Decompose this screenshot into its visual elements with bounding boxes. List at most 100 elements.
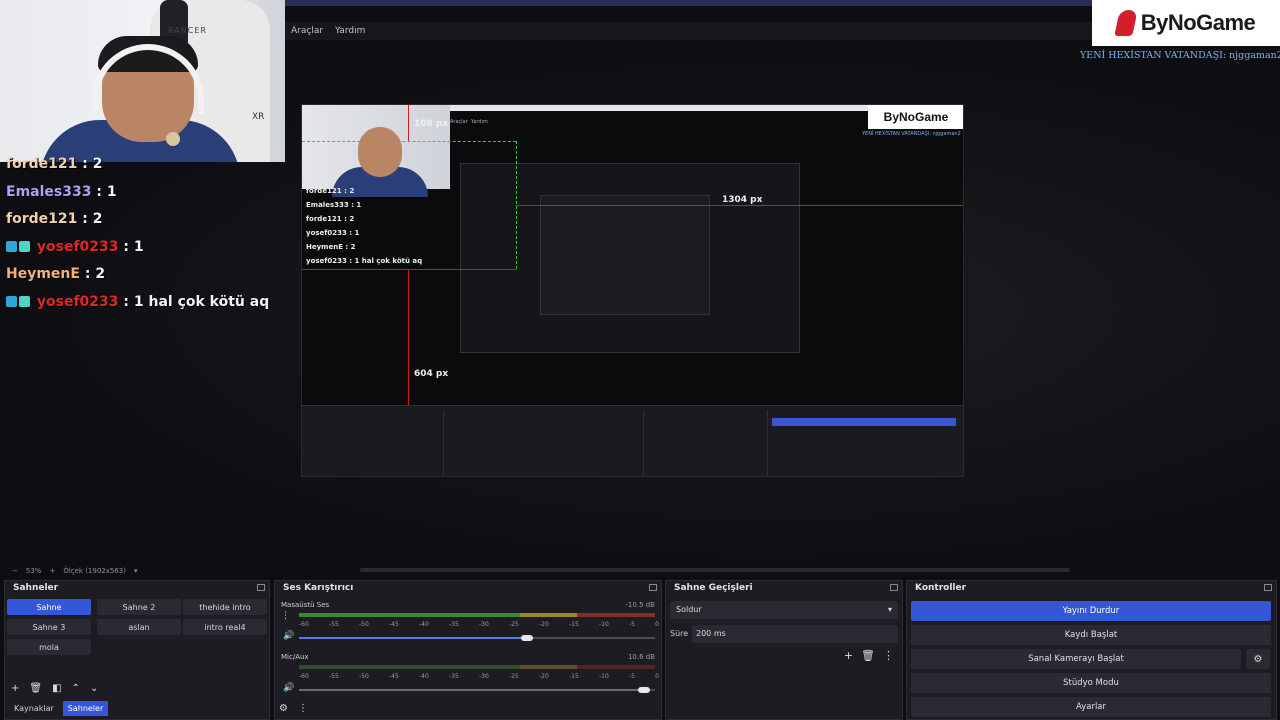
scenes-dock: Sahneler Sahne Sahne 2 thehide intro Sah…	[4, 580, 270, 720]
add-icon[interactable]: +	[844, 649, 853, 662]
scene-item[interactable]: mola	[7, 639, 91, 655]
scenes-title: Sahneler	[13, 583, 59, 593]
zoom-dropdown-icon[interactable]: ▾	[134, 567, 138, 575]
start-recording-button[interactable]: Kaydı Başlat	[911, 625, 1271, 645]
tab-sources[interactable]: Kaynaklar	[9, 701, 59, 716]
tab-scenes[interactable]: Sahneler	[62, 701, 109, 716]
scene-item[interactable]: Sahne	[7, 599, 91, 615]
level-meter	[299, 665, 655, 669]
chat-message: HeymenE : 2	[6, 266, 106, 282]
mixer-title: Ses Karıştırıcı	[283, 583, 354, 593]
channel-db: -10.5 dB	[625, 601, 655, 609]
chat-message: forde121 : 2	[6, 156, 103, 172]
chat-message: yosef0233 : 1 hal çok kötü aq	[6, 294, 269, 310]
brand-subtitle: YENİ HEXİSTAN VATANDAŞI: njggaman2	[1080, 50, 1280, 61]
speaker-icon[interactable]: 🔊	[283, 631, 294, 641]
bynogame-logo-icon	[1113, 10, 1138, 36]
brand-logo: ByNoGame	[1092, 0, 1280, 46]
preview-dock-mirror	[302, 405, 963, 476]
zoom-in-icon[interactable]: +	[49, 567, 55, 575]
start-virtual-camera-button[interactable]: Sanal Kamerayı Başlat	[911, 649, 1241, 669]
controls-dock: Kontroller Yayını Durdur Kaydı Başlat Sa…	[906, 580, 1277, 720]
nested-preview-deep	[540, 195, 710, 315]
webcam-feed: RANCER XR	[0, 0, 285, 162]
level-meter	[299, 613, 655, 617]
chat-text: 2	[92, 156, 103, 172]
title-strip	[285, 0, 1092, 6]
chat-username: forde121	[6, 211, 78, 227]
preview-brand: ByNoGame	[868, 105, 963, 129]
distance-guide-right	[516, 205, 963, 206]
duration-input[interactable]: 200 ms	[692, 625, 898, 643]
slider-thumb[interactable]	[520, 635, 533, 641]
prime-badge-icon	[6, 241, 17, 252]
chevron-up-icon[interactable]: ⌃	[72, 683, 80, 694]
add-icon[interactable]: +	[11, 683, 19, 694]
kebab-icon[interactable]: ⋮	[883, 649, 894, 662]
undock-icon[interactable]	[890, 584, 898, 591]
kebab-icon[interactable]: ⋮	[281, 611, 290, 621]
duration-label: Süre	[670, 629, 689, 638]
chair-brand: RANCER	[168, 26, 207, 35]
preview-chat-line: Emales333 : 1	[306, 201, 362, 209]
distance-label-bottom: 604 px	[414, 369, 449, 379]
chat-text: 1	[133, 239, 144, 255]
mixer-toolbar: ⚙ ⋮	[279, 703, 308, 714]
studio-mode-button[interactable]: Stüdyo Modu	[911, 673, 1271, 693]
menu-bar: Araçlar Yardım	[285, 22, 1092, 40]
preview-chat-line: yosef0233 : 1	[306, 229, 360, 237]
undock-icon[interactable]	[257, 584, 265, 591]
scene-item[interactable]: thehide intro	[183, 599, 267, 615]
preview-chat-line: forde121 : 2	[306, 215, 355, 223]
settings-button[interactable]: Ayarlar	[911, 697, 1271, 717]
stop-streaming-button[interactable]: Yayını Durdur	[911, 601, 1271, 621]
preview-scrollbar[interactable]	[360, 568, 1070, 572]
gear-icon[interactable]: ⚙	[1246, 649, 1270, 669]
channel-name: Masaüstü Ses	[281, 601, 330, 609]
filter-icon[interactable]: ◧	[52, 683, 61, 694]
chat-message: yosef0233 : 1	[6, 239, 144, 255]
sub-badge-icon	[19, 296, 30, 307]
mixer-channel: Mic/Aux 10.6 dB -60 -55 -50 -45 -40 -35 -30 -25…	[279, 653, 659, 697]
selection-guide	[302, 141, 516, 142]
chat-username: yosef0233	[36, 294, 119, 310]
preview-webcam	[302, 105, 450, 197]
zoom-scale: Ölçek (1902x563)	[63, 567, 126, 575]
scene-preview[interactable]: Araçlar Yardım ByNoGame YENİ HEXİSTAN VA…	[301, 104, 964, 477]
speaker-icon[interactable]: 🔊	[283, 683, 294, 693]
channel-name: Mic/Aux	[281, 653, 309, 661]
chat-message: forde121 : 2	[6, 211, 103, 227]
slider-thumb[interactable]	[637, 687, 650, 693]
preview-chat-line: HeymenE : 2	[306, 243, 356, 251]
meter-ticks: -60 -55 -50 -45 -40 -35 -30 -25 -20 -15 -10 -5 0	[299, 621, 659, 628]
trash-icon[interactable]: 🗑	[29, 683, 42, 694]
undock-icon[interactable]	[649, 584, 657, 591]
undock-icon[interactable]	[1264, 584, 1272, 591]
audio-mixer-dock: Ses Karıştırıcı Masaüstü Ses -10.5 dB ⋮ …	[274, 580, 662, 720]
advanced-audio-icon[interactable]: ⚙	[279, 703, 288, 714]
scene-item[interactable]: intro real4	[183, 619, 267, 635]
selection-edge	[302, 269, 516, 270]
zoom-out-icon[interactable]: −	[12, 567, 18, 575]
preview-menu: Araçlar Yardım	[450, 119, 488, 125]
menu-tools[interactable]: Araçlar	[291, 26, 323, 36]
chat-username: HeymenE	[6, 266, 80, 282]
scene-item[interactable]: aslan	[97, 619, 181, 635]
kebab-icon[interactable]: ⋮	[298, 703, 308, 714]
chat-text: 1 hal çok kötü aq	[133, 294, 270, 310]
transition-select[interactable]: Soldur ▾	[670, 601, 898, 619]
volume-slider[interactable]	[299, 687, 655, 693]
scene-item[interactable]: Sahne 2	[97, 599, 181, 615]
menu-help[interactable]: Yardım	[335, 26, 365, 36]
chevron-down-icon: ▾	[887, 605, 892, 614]
scene-item[interactable]: Sahne 3	[7, 619, 91, 635]
obs-window: Araçlar Yardım RANCER XR forde121 : 2 Em…	[0, 0, 1280, 720]
transition-toolbar: + 🗑 ⋮	[844, 649, 894, 662]
distance-label-top: 108 px	[414, 119, 449, 129]
volume-slider[interactable]	[299, 635, 655, 641]
prime-badge-icon	[6, 296, 17, 307]
chat-message: Emales333 : 1	[6, 184, 117, 200]
trash-icon[interactable]: 🗑	[861, 649, 875, 662]
chevron-down-icon[interactable]: ⌄	[90, 683, 98, 694]
chat-username: Emales333	[6, 184, 92, 200]
